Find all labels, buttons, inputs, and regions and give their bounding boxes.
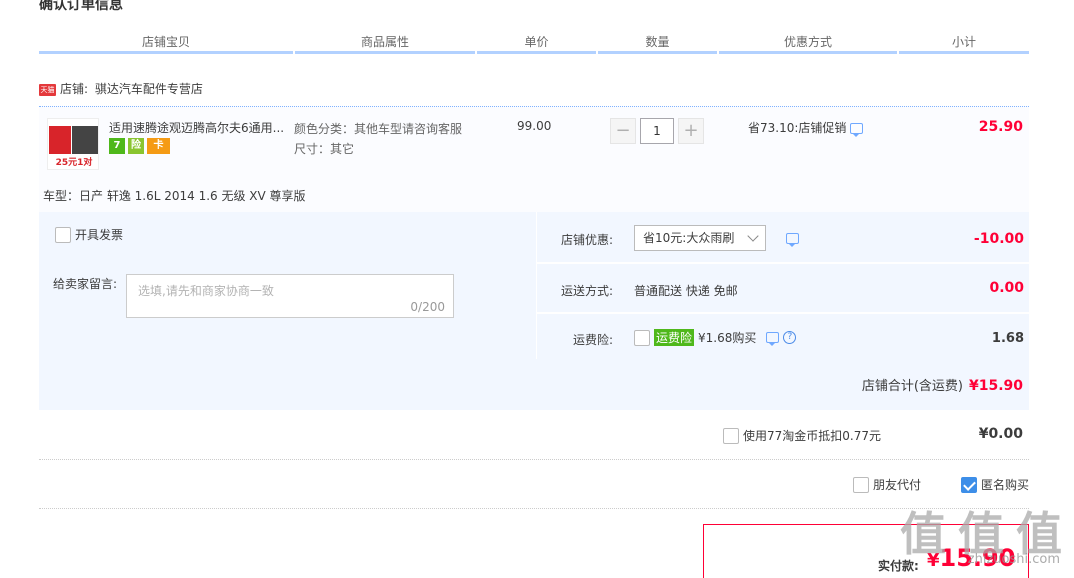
chat-icon[interactable] — [786, 233, 799, 247]
shop-discount-select[interactable]: 省10元:大众雨刷 — [634, 225, 766, 251]
shop-discount-label: 店铺优惠: — [560, 233, 613, 247]
product-attributes: 颜色分类：其他车型请咨询客服 尺寸：其它 — [294, 119, 462, 159]
coin-checkbox[interactable] — [723, 427, 739, 444]
order-options: 开具发票 给卖家留言: 选填,请先和商家协商一致 0/200 店铺优惠: 省10… — [39, 212, 1030, 359]
insurance-icon[interactable]: 险 — [128, 138, 144, 154]
shop-total: 店铺合计(含运费) ¥15.90 — [862, 375, 1023, 394]
pay-options-row: 朋友代付 匿名购买 — [39, 460, 1029, 509]
chat-icon[interactable] — [850, 123, 864, 137]
coin-row: 使用77淘金币抵扣0.77元 ¥0.00 — [39, 411, 1029, 460]
shop-total-value: ¥15.90 — [968, 378, 1023, 394]
invoice-label: 开具发票 — [75, 228, 124, 242]
shop-row: 天猫 店铺: 骐达汽车配件专营店 — [39, 80, 203, 98]
shipping-value: 0.00 — [989, 280, 1024, 296]
attr-color: 颜色分类：其他车型请咨询客服 — [294, 122, 463, 136]
car-type: 车型：日产 轩逸 1.6L 2014 1.6 无级 XV 尊享版 — [43, 189, 306, 203]
unit-price: 99.00 — [517, 119, 552, 133]
message-placeholder: 选填,请先和商家协商一致 — [138, 284, 274, 298]
insurance-option[interactable]: 运费险 ¥1.68购买 ? — [634, 329, 797, 346]
shop-label: 店铺: — [60, 82, 89, 96]
header-unit-price: 单价 — [524, 35, 549, 49]
qty-plus-button[interactable]: + — [678, 118, 704, 144]
coin-label: 使用77淘金币抵扣0.77元 — [743, 429, 881, 443]
invoice-checkbox[interactable] — [55, 226, 71, 243]
header-shop-item: 店铺宝贝 — [141, 35, 190, 49]
item-subtotal: 25.90 — [978, 119, 1023, 135]
qty-minus-button[interactable]: − — [610, 118, 636, 144]
chevron-down-icon — [747, 230, 759, 242]
header-attributes: 商品属性 — [360, 35, 409, 49]
service-icons: 7 险 卡 — [109, 138, 170, 154]
tmall-icon: 天猫 — [39, 83, 56, 96]
message-label: 给卖家留言: — [53, 277, 118, 291]
anonymous-label: 匿名购买 — [981, 478, 1030, 492]
product-title-link[interactable]: 适用速腾途观迈腾高尔夫6通用... — [109, 119, 289, 136]
message-char-count: 0/200 — [410, 300, 445, 314]
thumb-banner: 25元1对 — [48, 155, 98, 169]
header-promotion: 优惠方式 — [783, 35, 832, 49]
seven-day-return-icon[interactable]: 7 — [109, 138, 125, 154]
seller-message-input[interactable]: 选填,请先和商家协商一致 0/200 — [126, 274, 454, 318]
shop-discount-selected: 省10元:大众雨刷 — [643, 231, 735, 245]
quantity-stepper: − 1 + — [610, 118, 704, 144]
anonymous-checkbox[interactable] — [961, 476, 977, 493]
invoice-option[interactable]: 开具发票 — [55, 226, 123, 243]
shop-discount-value: -10.00 — [973, 231, 1024, 247]
order-item-box: 25元1对 适用速腾途观迈腾高尔夫6通用... 7 险 卡 颜色分类：其他车型请… — [39, 106, 1030, 410]
promotion-text: 省73.10:店铺促销 — [748, 121, 847, 135]
friend-pay-option[interactable]: 朋友代付 — [853, 476, 921, 493]
product-thumbnail[interactable]: 25元1对 — [47, 118, 99, 170]
watermark-url: zhizuoshi.com — [967, 552, 1060, 567]
qty-input[interactable]: 1 — [640, 118, 674, 144]
chat-icon[interactable] — [766, 332, 780, 346]
friend-pay-label: 朋友代付 — [873, 478, 922, 492]
insurance-row: 运费险: 运费险 ¥1.68购买 ? 1.68 — [537, 314, 1030, 359]
header-quantity: 数量 — [645, 35, 670, 49]
card-payment-icon[interactable]: 卡 — [147, 138, 170, 154]
shop-total-row: 店铺合计(含运费) ¥15.90 — [39, 359, 1029, 410]
table-header: 店铺宝贝 商品属性 单价 数量 优惠方式 小计 — [39, 34, 1029, 54]
insurance-tag: 运费险 — [654, 329, 695, 346]
help-icon[interactable]: ? — [783, 331, 797, 344]
header-subtotal: 小计 — [951, 35, 976, 49]
insurance-price: ¥1.68购买 — [698, 331, 757, 345]
promotion: 省73.10:店铺促销 — [748, 119, 864, 137]
shipping-method: 普通配送 快递 免邮 — [634, 284, 738, 298]
coin-option[interactable]: 使用77淘金币抵扣0.77元 — [723, 427, 881, 444]
section-title: 确认订单信息 — [39, 0, 123, 13]
shop-discount-row: 店铺优惠: 省10元:大众雨刷 -10.00 — [537, 212, 1030, 264]
coin-value: ¥0.00 — [978, 426, 1023, 442]
attr-size: 尺寸：其它 — [294, 142, 355, 156]
shop-name-link[interactable]: 骐达汽车配件专营店 — [95, 82, 203, 96]
fee-panel: 店铺优惠: 省10元:大众雨刷 -10.00 运送方式: 普通配送 快递 免邮 … — [536, 212, 1030, 359]
anonymous-option[interactable]: 匿名购买 — [961, 476, 1029, 493]
insurance-checkbox[interactable] — [634, 329, 650, 346]
shipping-label: 运送方式: — [560, 284, 613, 298]
insurance-value: 1.68 — [991, 331, 1024, 346]
friend-pay-checkbox[interactable] — [853, 476, 869, 493]
shipping-row: 运送方式: 普通配送 快递 免邮 0.00 — [537, 264, 1030, 314]
insurance-label: 运费险: — [572, 333, 613, 347]
shop-total-label: 店铺合计(含运费) — [861, 379, 963, 394]
